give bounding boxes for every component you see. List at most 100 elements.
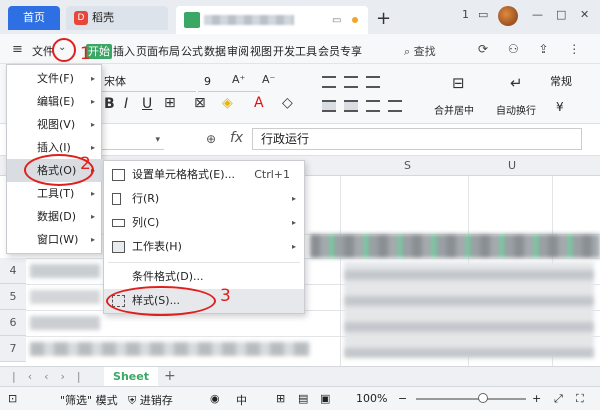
fill-pattern-icon[interactable]: ⊠ bbox=[194, 95, 206, 111]
hamburger-icon[interactable]: ≡ bbox=[12, 42, 23, 57]
chevron-right-icon: ▸ bbox=[90, 74, 95, 83]
tab-daoke[interactable]: D 稻壳 bbox=[66, 6, 168, 30]
row-header-7[interactable]: 7 bbox=[0, 336, 26, 362]
search-button[interactable]: ⌕ 查找 bbox=[404, 43, 436, 59]
menu-item-format-cells[interactable]: 设置单元格格式(E)... Ctrl+1 bbox=[104, 163, 304, 187]
add-sheet-button[interactable]: + bbox=[164, 368, 176, 384]
ribbon-tabs: 开始 插入页面布局公式数据审阅视图开发工具会员专享 bbox=[86, 43, 363, 59]
currency-button[interactable]: ¥ bbox=[556, 100, 564, 114]
zoom-formula-icon[interactable]: ⊕ bbox=[206, 132, 216, 146]
tab-insert[interactable]: 插入 bbox=[113, 45, 135, 58]
fx-icon[interactable]: fx bbox=[230, 130, 243, 146]
sheet-tab[interactable]: Sheet bbox=[104, 367, 158, 387]
monitor-icon[interactable]: ▭ bbox=[332, 15, 341, 26]
bold-button[interactable]: B bbox=[104, 96, 115, 112]
smart-save-button[interactable]: ⛨ 进销存 bbox=[128, 392, 173, 408]
sheet-nav-arrows[interactable]: |‹‹›| bbox=[12, 370, 93, 383]
fill-color-icon[interactable]: ◈ bbox=[222, 95, 233, 111]
tab-home[interactable]: 首页 bbox=[8, 6, 60, 30]
row-header-5[interactable]: 5 bbox=[0, 284, 26, 310]
fullscreen-icon[interactable]: ⛶ bbox=[576, 392, 584, 406]
clear-format-icon[interactable]: ◇ bbox=[282, 95, 293, 111]
align-top-icon[interactable] bbox=[322, 76, 336, 88]
border-icon[interactable]: ⊞ bbox=[164, 95, 176, 111]
wrap-text-icon[interactable]: ↵ bbox=[510, 74, 523, 92]
menu-item-file[interactable]: 文件(F) ▸ bbox=[7, 67, 103, 90]
row-icon bbox=[112, 193, 121, 205]
annotation-step-2: 2 bbox=[80, 154, 91, 174]
window-count-icon[interactable]: 1 bbox=[462, 8, 469, 21]
menu-item-data[interactable]: 数据(D) ▸ bbox=[7, 205, 103, 228]
align-left-icon[interactable] bbox=[322, 100, 336, 112]
underline-button[interactable]: U bbox=[142, 96, 152, 112]
zoom-level[interactable]: 100% bbox=[356, 392, 387, 405]
zoom-out-icon[interactable]: − bbox=[398, 392, 407, 405]
page-layout-view-icon[interactable]: ▤ bbox=[298, 392, 308, 405]
merge-center-button[interactable]: 合并居中 bbox=[434, 102, 474, 117]
zoom-slider-track[interactable] bbox=[416, 398, 526, 400]
search-label: 查找 bbox=[413, 45, 436, 58]
tab-current-file[interactable]: ▭ bbox=[176, 6, 368, 34]
justify-icon[interactable] bbox=[388, 100, 402, 112]
menu-item-column[interactable]: 列(C) ▸ bbox=[104, 211, 304, 235]
align-bottom-icon[interactable] bbox=[366, 76, 380, 88]
tab-member[interactable]: 会员专享 bbox=[318, 45, 362, 58]
file-menu-button[interactable]: 文件 bbox=[32, 43, 54, 59]
tab-developer[interactable]: 开发工具 bbox=[273, 45, 317, 58]
avatar[interactable] bbox=[498, 6, 518, 26]
title-bar: 首页 D 稻壳 ▭ + 1 ▭ — □ ✕ bbox=[0, 0, 600, 34]
worksheet-icon bbox=[112, 241, 125, 253]
annotation-ring-1 bbox=[52, 38, 76, 62]
fit-window-icon[interactable]: ⤢ bbox=[554, 392, 563, 406]
align-middle-icon[interactable] bbox=[344, 76, 358, 88]
row-header-6[interactable]: 6 bbox=[0, 310, 26, 336]
shrink-font-icon[interactable]: A⁻ bbox=[262, 73, 275, 86]
menu-item-row[interactable]: 行(R) ▸ bbox=[104, 187, 304, 211]
column-header-s[interactable]: S bbox=[404, 159, 411, 172]
tab-page-layout[interactable]: 页面布局 bbox=[136, 45, 180, 58]
menu-item-view[interactable]: 视图(V) ▸ bbox=[7, 113, 103, 136]
column-header-u[interactable]: U bbox=[508, 159, 516, 172]
close-icon[interactable]: ✕ bbox=[580, 8, 589, 21]
tab-review[interactable]: 审阅 bbox=[227, 45, 249, 58]
tab-view[interactable]: 视图 bbox=[250, 45, 272, 58]
grow-font-icon[interactable]: A⁺ bbox=[232, 73, 245, 86]
menu-item-label: 视图(V) bbox=[37, 118, 76, 131]
zoom-slider-handle[interactable] bbox=[478, 393, 488, 403]
annotation-step-1: 1 bbox=[80, 44, 91, 64]
zoom-in-icon[interactable]: + bbox=[532, 392, 541, 405]
number-format-select[interactable]: 常规 bbox=[550, 72, 590, 92]
macro-icon[interactable]: ⊡ bbox=[8, 392, 17, 405]
merge-center-icon[interactable]: ⊟ bbox=[452, 74, 465, 92]
filter-mode-status[interactable]: "筛选" 模式 bbox=[60, 392, 118, 408]
italic-button[interactable]: I bbox=[124, 96, 128, 112]
row-header-4[interactable]: 4 bbox=[0, 258, 26, 284]
font-size-select[interactable]: 9 bbox=[198, 72, 260, 92]
menu-item-window[interactable]: 窗口(W) ▸ bbox=[7, 228, 103, 251]
maximize-icon[interactable]: □ bbox=[556, 8, 566, 21]
minimize-icon[interactable]: — bbox=[532, 8, 543, 21]
eye-protect-icon[interactable]: ◉ bbox=[210, 392, 220, 405]
font-name-select[interactable]: 宋体 bbox=[96, 72, 196, 92]
layout-icon[interactable]: ▭ bbox=[478, 8, 488, 21]
column-icon bbox=[112, 219, 125, 227]
new-tab-button[interactable]: + bbox=[376, 8, 391, 29]
font-color-icon[interactable]: A bbox=[254, 95, 264, 111]
chevron-right-icon: ▸ bbox=[291, 218, 296, 227]
tab-formula[interactable]: 公式 bbox=[181, 45, 203, 58]
input-language[interactable]: 中 bbox=[236, 392, 247, 408]
ribbon-right-icons[interactable]: ⟳ ⚇ ⇪ ⋮ bbox=[478, 42, 588, 56]
tab-daoke-label: 稻壳 bbox=[92, 11, 114, 24]
chevron-right-icon: ▸ bbox=[90, 235, 95, 244]
menu-item-worksheet[interactable]: 工作表(H) ▸ bbox=[104, 235, 304, 259]
normal-view-icon[interactable]: ⊞ bbox=[276, 392, 285, 405]
wrap-text-button[interactable]: 自动换行 bbox=[496, 102, 536, 117]
name-box-dropdown[interactable]: ▾ bbox=[100, 130, 164, 150]
tab-data[interactable]: 数据 bbox=[204, 45, 226, 58]
formula-input[interactable]: 行政运行 bbox=[252, 128, 582, 150]
menu-item-edit[interactable]: 编辑(E) ▸ bbox=[7, 90, 103, 113]
page-break-view-icon[interactable]: ▣ bbox=[320, 392, 330, 405]
align-center-icon[interactable] bbox=[344, 100, 358, 112]
align-right-icon[interactable] bbox=[366, 100, 380, 112]
menu-item-conditional-format[interactable]: 条件格式(D)... bbox=[104, 265, 304, 289]
